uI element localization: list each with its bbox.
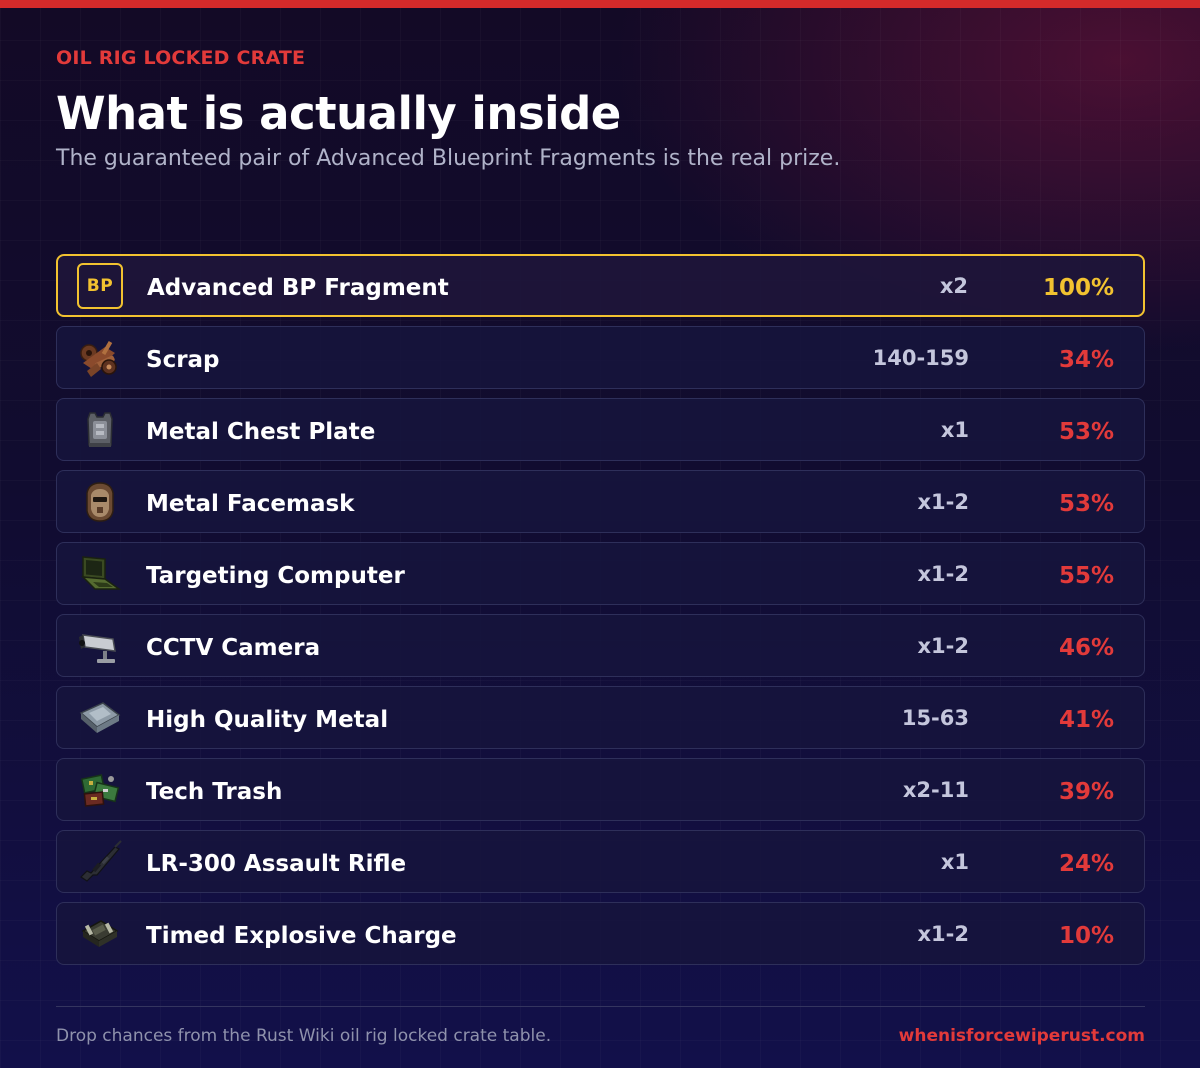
loot-row-lr-300-assault-rifle: LR-300 Assault Rifle x1 24%: [56, 830, 1145, 893]
eyebrow-label: OIL RIG LOCKED CRATE: [56, 47, 306, 69]
item-name: Advanced BP Fragment: [147, 275, 449, 301]
item-quantity: x1-2: [917, 490, 970, 514]
item-name: LR-300 Assault Rifle: [146, 851, 407, 877]
item-drop-chance: 53%: [1058, 491, 1114, 517]
loot-row-advanced-bp-fragment: BP Advanced BP Fragment x2 100%: [56, 254, 1145, 317]
item-quantity: x2-11: [902, 778, 969, 802]
explosive-charge-icon: [75, 909, 125, 959]
tech-trash-icon: [75, 765, 125, 815]
item-name: Timed Explosive Charge: [146, 923, 457, 949]
item-quantity: 15-63: [901, 706, 969, 730]
item-quantity: x1-2: [917, 634, 970, 658]
scrap-icon: [75, 333, 125, 383]
item-drop-chance: 55%: [1058, 563, 1114, 589]
item-name: CCTV Camera: [146, 635, 321, 661]
top-accent-bar: [0, 0, 1200, 8]
loot-row-metal-facemask: Metal Facemask x1-2 53%: [56, 470, 1145, 533]
loot-table: BP Advanced BP Fragment x2 100% Scrap 14…: [56, 254, 1145, 974]
item-name: Metal Chest Plate: [146, 419, 376, 445]
page-header: OIL RIG LOCKED CRATE What is actually in…: [56, 44, 1146, 174]
item-name: Tech Trash: [146, 779, 283, 805]
item-drop-chance: 46%: [1058, 635, 1114, 661]
item-quantity: x1: [940, 418, 969, 442]
item-name: Metal Facemask: [146, 491, 355, 517]
cctv-camera-icon: [75, 621, 125, 671]
item-drop-chance: 41%: [1058, 707, 1114, 733]
laptop-icon: [75, 549, 125, 599]
item-drop-chance: 10%: [1058, 923, 1114, 949]
loot-row-targeting-computer: Targeting Computer x1-2 55%: [56, 542, 1145, 605]
item-name: Targeting Computer: [146, 563, 405, 589]
item-quantity: 140-159: [872, 346, 969, 370]
item-drop-chance: 24%: [1058, 851, 1114, 877]
item-drop-chance: 100%: [1042, 275, 1114, 301]
item-name: High Quality Metal: [146, 707, 389, 733]
footer-source-note: Drop chances from the Rust Wiki oil rig …: [56, 1026, 552, 1046]
footer-divider: [56, 1006, 1145, 1007]
item-quantity: x1-2: [917, 562, 970, 586]
item-name: Scrap: [146, 347, 220, 373]
item-quantity: x1: [940, 850, 969, 874]
metal-ingot-icon: [75, 693, 125, 743]
chest-plate-icon: [75, 405, 125, 455]
item-quantity: x1-2: [917, 922, 970, 946]
loot-row-high-quality-metal: High Quality Metal 15-63 41%: [56, 686, 1145, 749]
item-quantity: x2: [939, 274, 968, 298]
item-drop-chance: 53%: [1058, 419, 1114, 445]
page-title: What is actually inside: [56, 87, 621, 140]
loot-row-tech-trash: Tech Trash x2-11 39%: [56, 758, 1145, 821]
loot-row-metal-chest-plate: Metal Chest Plate x1 53%: [56, 398, 1145, 461]
loot-row-scrap: Scrap 140-159 34%: [56, 326, 1145, 389]
rifle-icon: [75, 837, 125, 887]
loot-row-timed-explosive-charge: Timed Explosive Charge x1-2 10%: [56, 902, 1145, 965]
item-drop-chance: 34%: [1058, 347, 1114, 373]
loot-row-cctv-camera: CCTV Camera x1-2 46%: [56, 614, 1145, 677]
facemask-icon: [75, 477, 125, 527]
footer-site-link[interactable]: whenisforcewiperust.com: [899, 1024, 1145, 1048]
blueprint-icon: BP: [77, 263, 123, 309]
item-drop-chance: 39%: [1058, 779, 1114, 805]
page-subtitle: The guaranteed pair of Advanced Blueprin…: [56, 146, 841, 171]
